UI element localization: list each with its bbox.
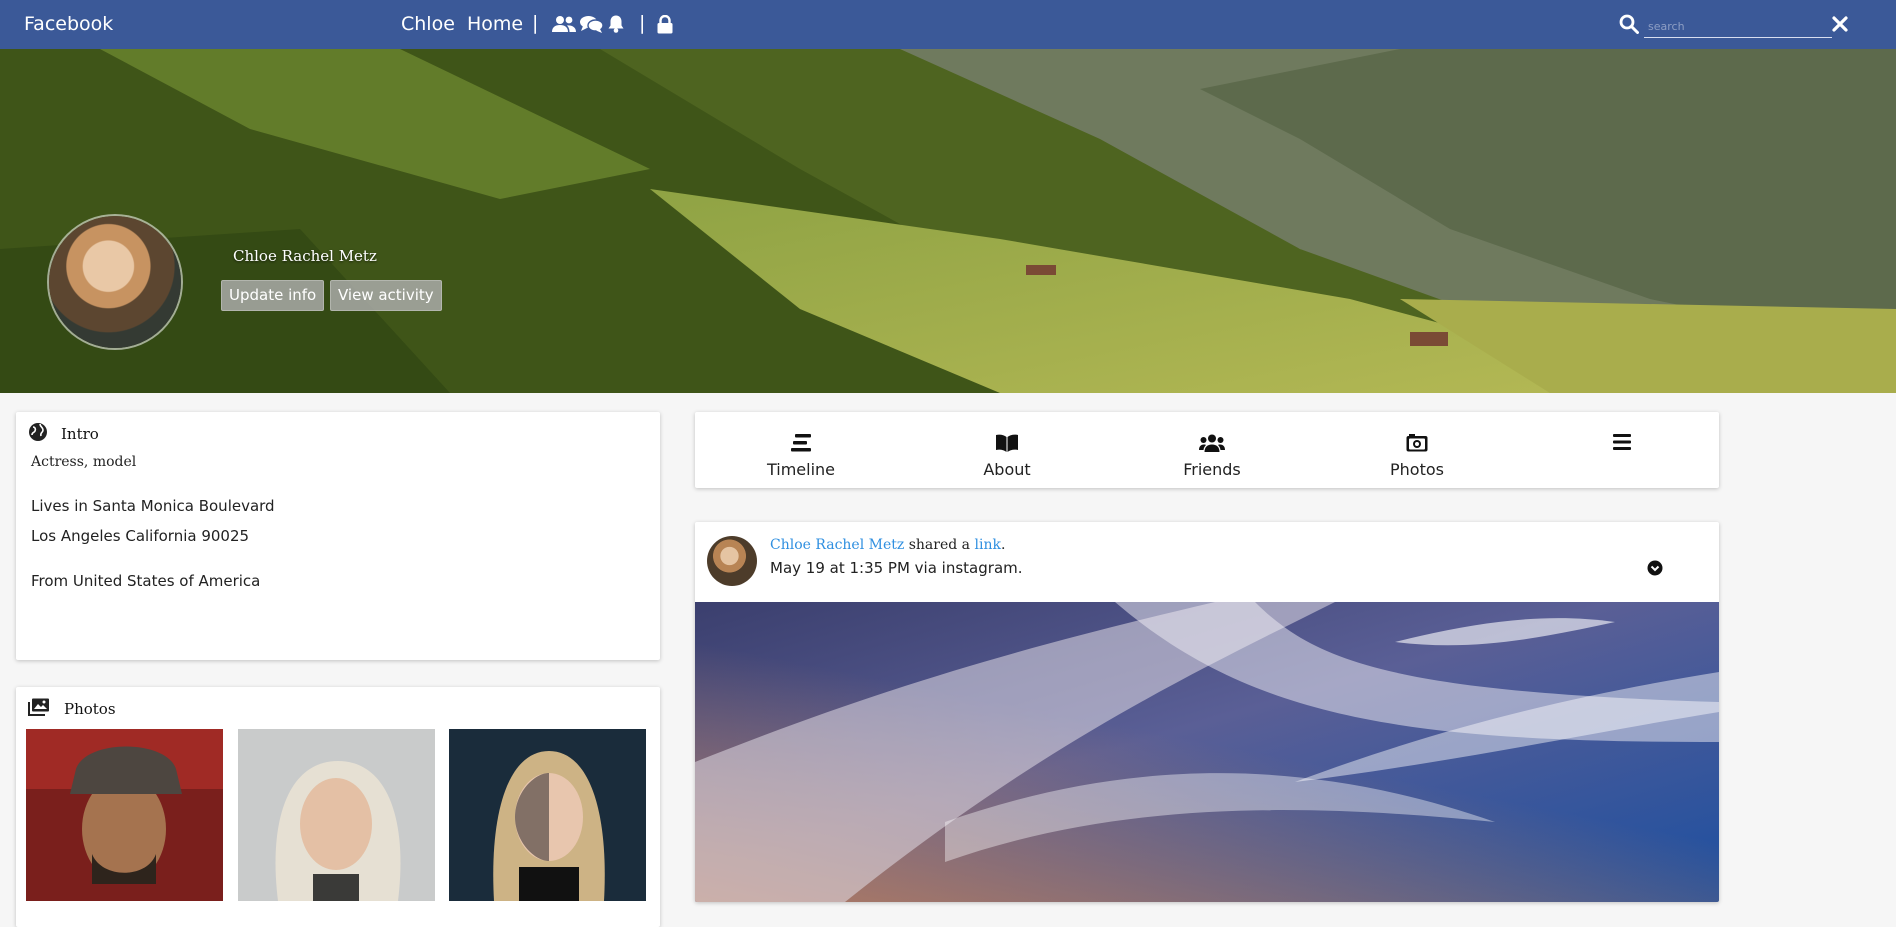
photo-portrait-woman — [449, 729, 646, 901]
tab-label-friends: Friends — [1183, 460, 1241, 479]
photo-portrait-blonde-woman — [238, 729, 435, 901]
post-timestamp: May 19 at 1:35 PM via instagram. — [770, 559, 1023, 577]
tab-label-photos: Photos — [1390, 460, 1444, 479]
post-header: Chloe Rachel Metz shared a link. — [770, 537, 1005, 553]
tab-photos[interactable]: Photos — [1322, 412, 1512, 488]
privacy-lock-icon[interactable] — [657, 15, 673, 34]
intro-title: Intro — [61, 425, 99, 443]
tab-more-menu[interactable] — [1527, 412, 1717, 488]
close-icon[interactable] — [1831, 15, 1849, 33]
notifications-icon[interactable] — [608, 15, 624, 33]
post-shared-text: shared a — [908, 537, 971, 553]
photo-thumbnail-2[interactable] — [238, 729, 435, 901]
search-icon[interactable] — [1619, 14, 1639, 34]
nav-separator: | — [532, 12, 539, 34]
tab-label-timeline: Timeline — [766, 460, 836, 479]
post-card: Chloe Rachel Metz shared a link. May 19 … — [695, 522, 1719, 902]
post-author-avatar[interactable] — [707, 536, 757, 586]
photo-portrait-man — [26, 729, 223, 901]
intro-card: Intro Actress, model Lives in Santa Moni… — [16, 412, 660, 660]
address-line2: Los Angeles California 90025 — [31, 527, 250, 545]
chevron-down-icon[interactable] — [1647, 560, 1663, 576]
camera-icon — [1406, 434, 1428, 452]
top-navbar: Facebook Chloe Home | | — [0, 0, 1896, 49]
users-icon — [1199, 434, 1225, 452]
timeline-icon — [791, 434, 811, 452]
tab-about[interactable]: About — [912, 412, 1102, 488]
home-link[interactable]: Home — [467, 13, 523, 35]
brand-logo[interactable]: Facebook — [24, 13, 113, 35]
nav-separator-2: | — [639, 12, 646, 34]
photos-card: Photos — [16, 687, 660, 927]
tab-timeline[interactable]: Timeline — [706, 412, 896, 488]
cover-landscape-image — [0, 49, 1896, 393]
post-link[interactable]: link — [974, 537, 1000, 553]
photos-title: Photos — [64, 700, 116, 718]
images-icon — [28, 698, 49, 716]
profile-tabs: Timeline About Friends Photos — [695, 412, 1719, 488]
messages-icon[interactable] — [580, 15, 603, 33]
hometown-text: From United States of America — [31, 572, 261, 590]
occupation-text: Actress, model — [31, 454, 137, 470]
search-input[interactable] — [1644, 15, 1832, 38]
update-info-button[interactable]: Update info — [221, 280, 325, 311]
cover-photo: Chloe Rachel Metz Update info View activ… — [0, 49, 1896, 393]
tab-friends[interactable]: Friends — [1117, 412, 1307, 488]
friend-requests-icon[interactable] — [552, 15, 576, 33]
post-period: . — [1000, 537, 1006, 553]
photo-thumbnail-1[interactable] — [26, 729, 223, 901]
post-sky-image[interactable] — [695, 602, 1719, 902]
menu-icon — [1613, 434, 1631, 450]
tab-label-about: About — [983, 460, 1031, 479]
view-activity-button[interactable]: View activity — [330, 280, 442, 311]
post-author-link[interactable]: Chloe Rachel Metz — [770, 537, 904, 553]
profile-name: Chloe Rachel Metz — [233, 247, 377, 265]
profile-avatar[interactable] — [49, 216, 181, 348]
globe-icon — [29, 423, 47, 441]
book-icon — [996, 434, 1018, 452]
profile-link[interactable]: Chloe — [401, 13, 455, 35]
photo-thumbnail-3[interactable] — [449, 729, 646, 901]
address-line1: Lives in Santa Monica Boulevard — [31, 497, 275, 515]
